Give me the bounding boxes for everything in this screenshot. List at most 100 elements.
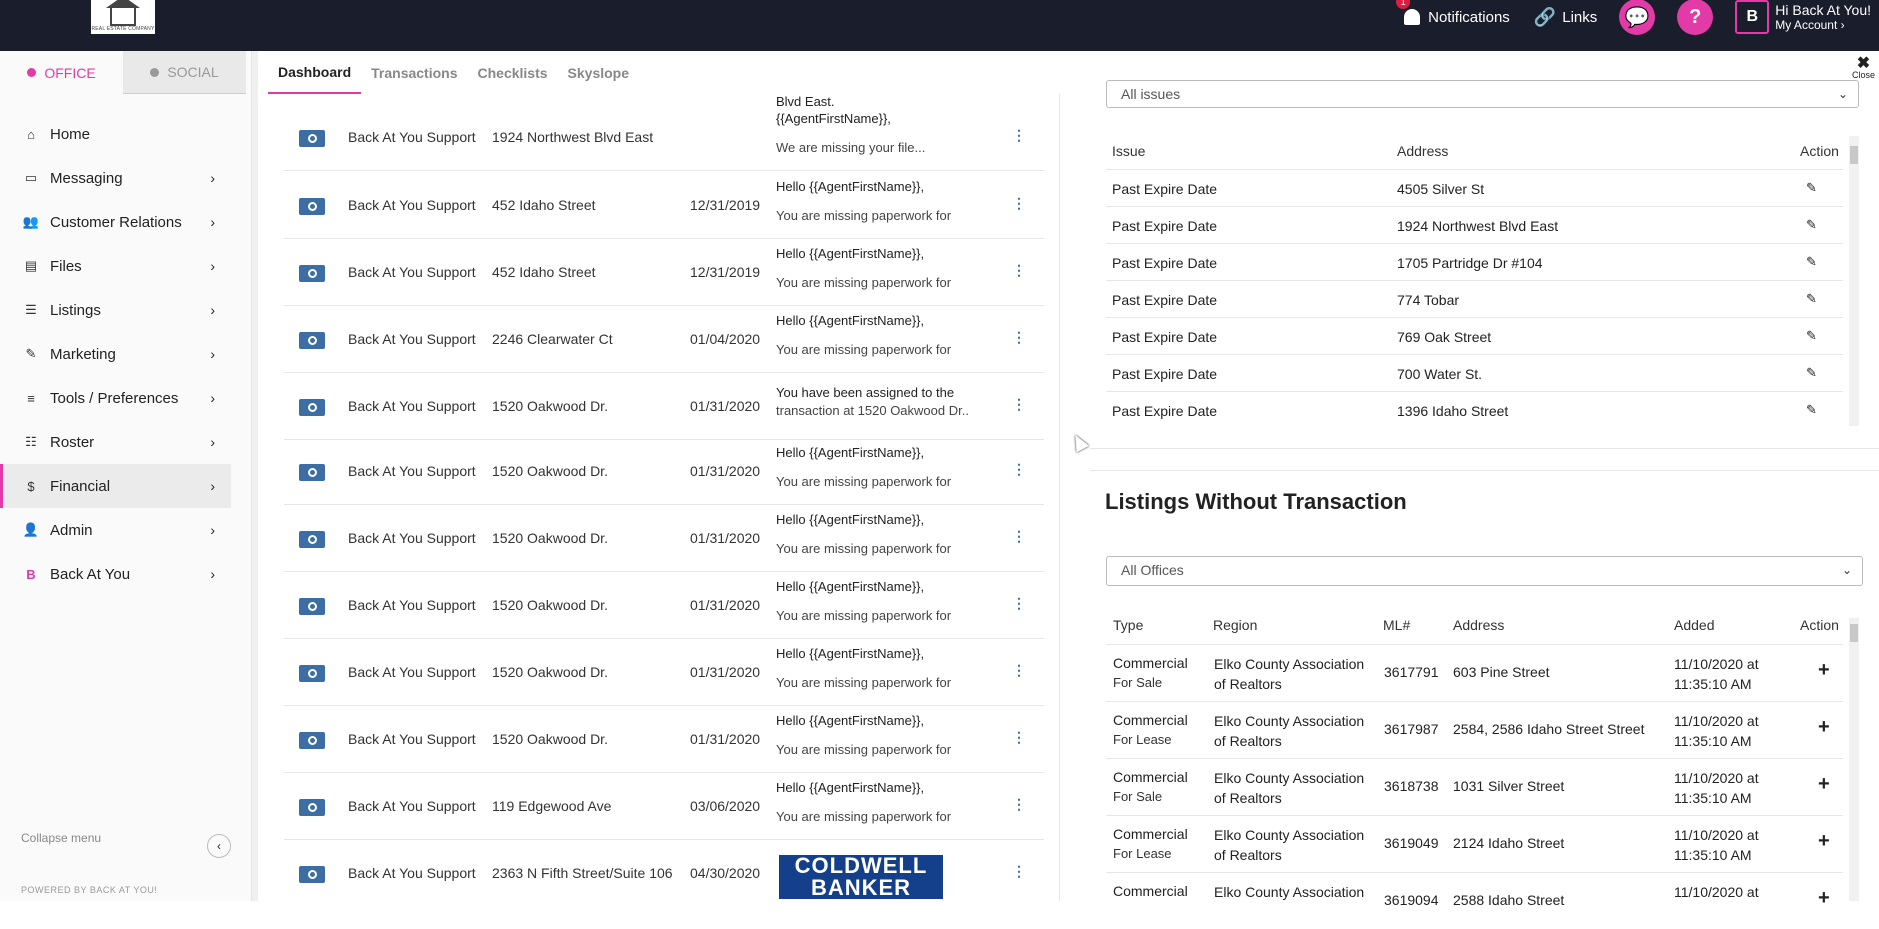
kebab-menu-icon[interactable]: ⋮	[1012, 528, 1026, 545]
message-line-1: Hello {{AgentFirstName}},	[776, 646, 925, 661]
tab-skyslope[interactable]: Skyslope	[558, 51, 639, 94]
edit-icon[interactable]: ✎	[1806, 254, 1817, 270]
message-row[interactable]: Back At You Support 1520 Oakwood Dr. 01/31…	[284, 373, 1044, 440]
listings-scrollbar[interactable]	[1849, 618, 1859, 901]
sidebar-item-home[interactable]: ⌂ Home	[0, 112, 231, 156]
chevron-right-icon: ›	[1840, 18, 1845, 32]
listing-type: Commercial For Sale	[1113, 654, 1188, 692]
account-menu[interactable]: Hi Back At You! My Account ›	[1775, 2, 1871, 32]
view-button[interactable]	[299, 665, 325, 682]
issues-filter-select[interactable]: All issues ⌄	[1106, 80, 1859, 108]
message-line-1: Hello {{AgentFirstName}},	[776, 179, 925, 194]
view-button[interactable]	[299, 464, 325, 481]
kebab-menu-icon[interactable]: ⋮	[1012, 127, 1026, 144]
message-row[interactable]: Back At You Support 119 Edgewood Ave 03/06…	[284, 773, 1044, 840]
view-button[interactable]	[299, 130, 325, 147]
chevron-right-icon: ›	[210, 346, 215, 362]
message-row[interactable]: Back At You Support 1520 Oakwood Dr. 01/31…	[284, 438, 1044, 505]
view-button[interactable]	[299, 265, 325, 282]
message-row[interactable]: Back At You Support 1520 Oakwood Dr. 01/31…	[284, 505, 1044, 572]
sidebar-item-financial[interactable]: $ Financial ›	[0, 464, 231, 508]
sidebar-item-customer-relations[interactable]: 👥 Customer Relations ›	[0, 200, 231, 244]
sidebar-item-files[interactable]: ▤ Files ›	[0, 244, 231, 288]
tab-dashboard[interactable]: Dashboard	[268, 51, 362, 94]
view-button[interactable]	[299, 531, 325, 548]
offices-filter-select[interactable]: All Offices ⌄	[1106, 556, 1863, 586]
view-button[interactable]	[299, 732, 325, 749]
edit-icon[interactable]: ✎	[1806, 402, 1817, 418]
add-transaction-icon[interactable]: +	[1818, 773, 1830, 796]
edit-icon[interactable]: ✎	[1806, 180, 1817, 196]
sender-name: Back At You Support	[348, 530, 476, 546]
add-transaction-icon[interactable]: +	[1818, 659, 1830, 682]
message-row[interactable]: Back At You Support 1520 Oakwood Dr. 01/31…	[284, 639, 1044, 706]
tab-transactions[interactable]: Transactions	[361, 51, 467, 94]
sidebar-item-messaging[interactable]: ▭ Messaging ›	[0, 156, 231, 200]
scroll-thumb[interactable]	[1850, 624, 1858, 642]
view-button[interactable]	[299, 598, 325, 615]
view-button[interactable]	[299, 332, 325, 349]
close-label: Close	[1851, 70, 1875, 80]
kebab-menu-icon[interactable]: ⋮	[1012, 262, 1026, 279]
avatar[interactable]: B	[1735, 0, 1770, 34]
eye-icon	[307, 535, 317, 544]
notifications-button[interactable]: 1 Notifications	[1396, 0, 1510, 26]
kebab-menu-icon[interactable]: ⋮	[1012, 729, 1026, 746]
kebab-menu-icon[interactable]: ⋮	[1012, 662, 1026, 679]
view-button[interactable]	[299, 198, 325, 215]
edit-icon[interactable]: ✎	[1806, 328, 1817, 344]
message-preview: Hello {{AgentFirstName}}, You are missing…	[776, 779, 976, 825]
tab-checklists[interactable]: Checklists	[468, 51, 558, 94]
add-transaction-icon[interactable]: +	[1818, 716, 1830, 739]
collapse-menu-label[interactable]: Collapse menu	[21, 831, 101, 845]
message-line-2: You are missing paperwork for	[776, 474, 952, 489]
message-row[interactable]: Back At You Support 2363 N Fifth Street/S…	[284, 840, 1044, 901]
tab-office[interactable]: OFFICE	[0, 51, 123, 94]
message-row[interactable]: Back At You Support 1520 Oakwood Dr. 01/31…	[284, 572, 1044, 639]
add-transaction-icon[interactable]: +	[1818, 887, 1830, 910]
eye-icon	[307, 870, 317, 879]
message-row[interactable]: Back At You Support 452 Idaho Street 12/31…	[284, 172, 1044, 239]
message-row[interactable]: Back At You Support 452 Idaho Street 12/31…	[284, 239, 1044, 306]
listing-ml-number: 3619049	[1384, 835, 1439, 851]
added-line-2: 11:35:10 AM	[1674, 676, 1752, 692]
kebab-menu-icon[interactable]: ⋮	[1012, 796, 1026, 813]
kebab-menu-icon[interactable]: ⋮	[1012, 396, 1026, 413]
message-row[interactable]: Back At You Support 2246 Clearwater Ct 01/…	[284, 306, 1044, 373]
scroll-thumb[interactable]	[1850, 146, 1858, 164]
region-line-2: of Realtors	[1214, 733, 1282, 749]
company-logo[interactable]: REAL ESTATE COMPANY	[91, 0, 155, 34]
sidebar-item-listings[interactable]: ☰ Listings ›	[0, 288, 231, 332]
message-row[interactable]: Back At You Support 1924 Northwest Blvd E…	[284, 104, 1044, 171]
tab-social[interactable]: SOCIAL	[123, 51, 246, 94]
kebab-menu-icon[interactable]: ⋮	[1012, 329, 1026, 346]
sidebar-item-back-at-you[interactable]: B Back At You ›	[0, 552, 231, 596]
kebab-menu-icon[interactable]: ⋮	[1012, 595, 1026, 612]
issue-address: 774 Tobar	[1397, 292, 1460, 308]
message-preview: Hello {{AgentFirstName}}, You are missing…	[776, 312, 976, 358]
kebab-menu-icon[interactable]: ⋮	[1012, 195, 1026, 212]
close-button[interactable]: ✖ Close	[1851, 56, 1875, 81]
edit-icon[interactable]: ✎	[1806, 291, 1817, 307]
message-preview: Hello {{AgentFirstName}}, You are missing…	[776, 444, 976, 490]
sidebar-item-tools-preferences[interactable]: ≡ Tools / Preferences ›	[0, 376, 231, 420]
chat-button[interactable]: 💬	[1619, 0, 1656, 35]
view-button[interactable]	[299, 866, 325, 883]
help-button[interactable]: ?	[1677, 0, 1714, 35]
view-button[interactable]	[299, 399, 325, 416]
sidebar-item-marketing[interactable]: ✎ Marketing ›	[0, 332, 231, 376]
sidebar-item-admin[interactable]: 👤 Admin ›	[0, 508, 231, 552]
links-button[interactable]: 🔗 Links	[1534, 7, 1597, 28]
add-transaction-icon[interactable]: +	[1818, 830, 1830, 853]
kebab-menu-icon[interactable]: ⋮	[1012, 863, 1026, 880]
kebab-menu-icon[interactable]: ⋮	[1012, 461, 1026, 478]
sidebar-item-label: Home	[50, 125, 91, 143]
edit-icon[interactable]: ✎	[1806, 217, 1817, 233]
sidebar-item-roster[interactable]: ☷ Roster ›	[0, 420, 231, 464]
edit-icon[interactable]: ✎	[1806, 365, 1817, 381]
collapse-menu-button[interactable]: ‹	[207, 834, 231, 858]
view-button[interactable]	[299, 799, 325, 816]
listing-row: Commercial For Lease Elko County Associati…	[1106, 701, 1843, 758]
issues-scrollbar[interactable]	[1849, 136, 1859, 426]
message-row[interactable]: Back At You Support 1520 Oakwood Dr. 01/31…	[284, 706, 1044, 773]
